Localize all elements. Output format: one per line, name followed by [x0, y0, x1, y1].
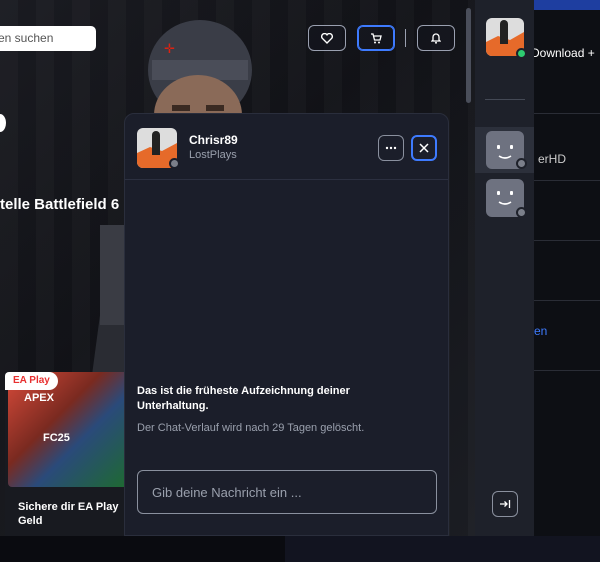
notifications-button[interactable]: [417, 25, 455, 51]
offline-status-icon: [516, 207, 527, 218]
chat-panel: Chrisr89 LostPlays Das ist die früheste …: [124, 113, 449, 536]
ellipsis-icon: [385, 146, 397, 150]
hero-title: telle Battlefield 6: [0, 196, 120, 213]
history-notice-title: Das ist die früheste Aufzeichnung deiner…: [137, 385, 350, 412]
promo-text: Sichere dir EA Play Geld: [18, 501, 119, 527]
ea-play-badge: EA Play: [5, 372, 58, 390]
download-label[interactable]: Download +: [531, 46, 595, 60]
message-input[interactable]: [137, 470, 437, 514]
more-options-button[interactable]: [378, 135, 404, 161]
arrow-right-bar-icon: [500, 500, 511, 508]
history-notice-subtitle: Der Chat-Verlauf wird nach 29 Tagen gelö…: [137, 422, 365, 434]
friends-rail: [475, 0, 534, 536]
collapse-rail-button[interactable]: [492, 491, 518, 517]
right-edge-header: [534, 0, 600, 10]
app-window: { "store": { "search_placeholder": "Spie…: [0, 0, 600, 562]
promo-card[interactable]: APEX FC25 EA Play Sichere dir EA Play Ge…: [5, 372, 128, 536]
offline-status-icon: [169, 158, 180, 169]
bottom-bar-left: [0, 536, 285, 562]
scrollbar[interactable]: [466, 8, 471, 103]
cart-button[interactable]: [357, 25, 395, 51]
close-chat-button[interactable]: [411, 135, 437, 161]
friend-name: Chrisr89: [189, 133, 238, 147]
store-search-input[interactable]: en suchen: [0, 26, 96, 51]
friend-name-partial: erHD: [538, 152, 567, 166]
chat-header: Chrisr89 LostPlays: [125, 114, 448, 180]
friend-subtitle: LostPlays: [189, 149, 237, 161]
toolbar-divider: [405, 29, 406, 47]
right-edge-background: [534, 0, 600, 562]
wishlist-button[interactable]: [308, 25, 346, 51]
heart-icon: [321, 32, 333, 44]
promo-fc-label: FC25: [43, 432, 70, 444]
bell-icon: [431, 33, 441, 44]
close-icon: [419, 143, 429, 153]
promo-apex-label: APEX: [24, 392, 54, 404]
offline-status-icon: [516, 158, 527, 169]
crosshair-icon: ✛: [164, 41, 175, 56]
right-link[interactable]: en: [534, 324, 547, 338]
rail-separator: [485, 99, 525, 100]
online-status-icon: [516, 48, 527, 59]
cart-icon: [371, 32, 382, 43]
